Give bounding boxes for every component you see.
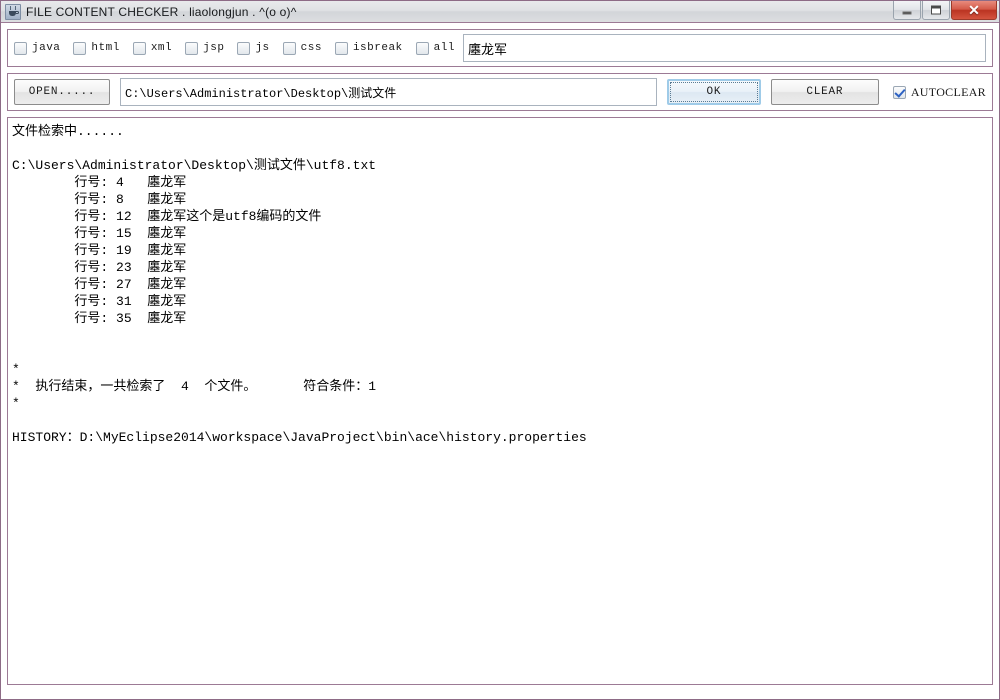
checkbox-autoclear[interactable]: AUTOCLEAR	[892, 84, 986, 100]
checkbox-java-label: java	[32, 42, 61, 54]
output-line: 行号: 8 廛龙军	[12, 192, 187, 207]
checkbox-all[interactable]: all	[415, 41, 455, 55]
output-line: * 执行结束，一共检索了 4 个文件。 符合条件：1	[12, 379, 377, 394]
checkbox-all-label: all	[433, 42, 455, 54]
close-icon: ✕	[968, 2, 980, 18]
maximize-icon	[931, 5, 941, 15]
output-line: C:\Users\Administrator\Desktop\测试文件\utf8…	[12, 158, 377, 173]
window-title: FILE CONTENT CHECKER . liaolongjun . ^(o…	[26, 4, 297, 19]
extension-checkbox-group: java html xml jsp js css isbreak all	[14, 41, 455, 55]
minimize-icon	[902, 11, 912, 15]
filters-panel: java html xml jsp js css isbreak all 廛龙军	[7, 29, 993, 67]
ok-button[interactable]: OK	[666, 79, 761, 105]
checkbox-xml-label: xml	[150, 42, 173, 54]
output-line: HISTORY：D:\MyEclipse2014\workspace\JavaP…	[12, 430, 587, 445]
minimize-button[interactable]	[893, 1, 921, 20]
checkbox-html[interactable]: html	[73, 41, 120, 55]
toolbar-panel: OPEN..... C:\Users\Administrator\Desktop…	[7, 73, 993, 111]
checkbox-js-box[interactable]	[237, 41, 251, 55]
output-line: 行号: 31 廛龙军	[12, 294, 187, 309]
checkbox-html-label: html	[91, 42, 120, 54]
title-bar: FILE CONTENT CHECKER . liaolongjun . ^(o…	[1, 1, 999, 23]
checkbox-css-label: css	[300, 42, 322, 54]
checkbox-all-box[interactable]	[415, 41, 429, 55]
checkbox-html-box[interactable]	[73, 41, 87, 55]
java-cup-icon	[5, 3, 21, 20]
checkbox-xml-box[interactable]	[132, 41, 146, 55]
checkbox-isbreak[interactable]: isbreak	[334, 41, 403, 55]
application-window: FILE CONTENT CHECKER . liaolongjun . ^(o…	[0, 0, 1000, 700]
checkbox-jsp-label: jsp	[203, 42, 225, 54]
output-line: 行号: 4 廛龙军	[12, 175, 187, 190]
output-log-area[interactable]: 文件检索中...... C:\Users\Administrator\Deskt…	[7, 117, 993, 685]
output-line: *	[12, 362, 20, 377]
clear-button[interactable]: CLEAR	[770, 79, 879, 105]
output-line: 文件检索中......	[12, 124, 124, 139]
output-line: *	[12, 396, 20, 411]
checkbox-css[interactable]: css	[282, 41, 322, 55]
checkbox-autoclear-label: AUTOCLEAR	[910, 84, 986, 99]
output-line: 行号: 35 廛龙军	[12, 311, 187, 326]
maximize-button[interactable]	[922, 1, 950, 20]
checkbox-isbreak-box[interactable]	[334, 41, 348, 55]
checkbox-java-box[interactable]	[14, 41, 27, 55]
open-button[interactable]: OPEN.....	[14, 79, 110, 105]
checkbox-js[interactable]: js	[237, 41, 270, 55]
window-controls: ✕	[892, 1, 997, 22]
search-input[interactable]: 廛龙军	[462, 34, 986, 62]
output-line: 行号: 19 廛龙军	[12, 243, 187, 258]
checkbox-java[interactable]: java	[14, 41, 61, 55]
checkbox-jsp[interactable]: jsp	[185, 41, 225, 55]
checkbox-xml[interactable]: xml	[132, 41, 173, 55]
output-line: 行号: 27 廛龙军	[12, 277, 187, 292]
checkbox-autoclear-box[interactable]	[892, 85, 906, 99]
checkbox-jsp-box[interactable]	[185, 41, 199, 55]
path-input[interactable]: C:\Users\Administrator\Desktop\测试文件	[120, 78, 657, 106]
output-line: 行号: 15 廛龙军	[12, 226, 187, 241]
checkbox-css-box[interactable]	[282, 41, 296, 55]
output-line: 行号: 12 廛龙军这个是utf8编码的文件	[12, 209, 322, 224]
output-line: 行号: 23 廛龙军	[12, 260, 187, 275]
close-button[interactable]: ✕	[951, 1, 997, 20]
checkbox-js-label: js	[255, 42, 270, 54]
checkbox-isbreak-label: isbreak	[352, 42, 403, 54]
